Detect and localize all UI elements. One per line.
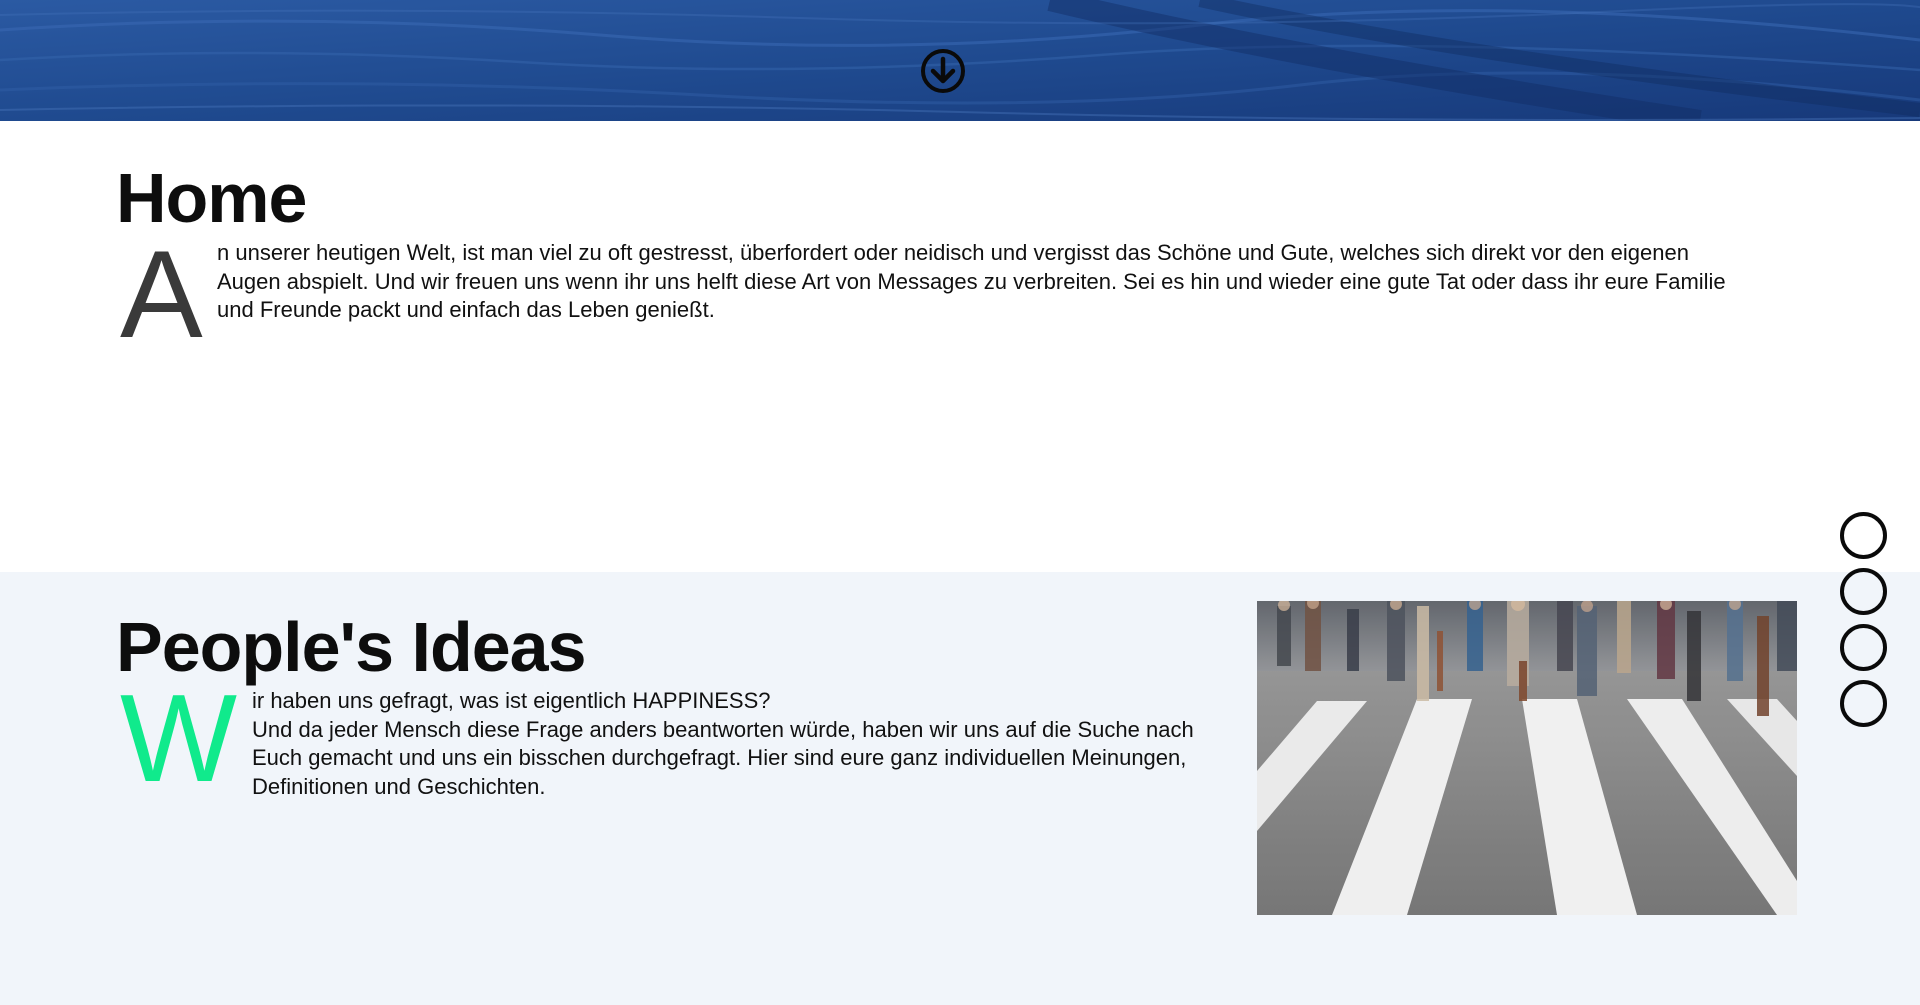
nav-dot-4[interactable] [1840,680,1887,727]
hero-banner [0,0,1920,121]
crosswalk-crowd-photo [1257,601,1797,915]
home-paragraph-line: und Freunde packt und einfach das Leben … [217,297,715,322]
ideas-paragraph-line: Euch gemacht und uns ein bisschen durchg… [252,745,1187,770]
ideas-dropcap: W [120,670,238,808]
home-paragraph: n unserer heutigen Welt, ist man viel zu… [217,239,1802,325]
scroll-down-button[interactable] [919,47,967,95]
peoples-ideas-section: People's Ideas W ir haben uns gefragt, w… [0,572,1920,1005]
home-dropcap: A [120,226,203,364]
ideas-paragraph: ir haben uns gefragt, was ist eigentlich… [252,687,1232,801]
section-navigation [1840,512,1887,743]
home-paragraph-line: Augen abspielt. Und wir freuen uns wenn … [217,268,1726,294]
ideas-paragraph-line: Und da jeder Mensch diese Frage anders b… [252,716,1194,742]
home-section: Home A n unserer heutigen Welt, ist man … [0,121,1920,572]
ideas-paragraph-line: Definitionen und Geschichten. [252,773,546,799]
arrow-down-circle-icon [921,49,965,93]
ideas-paragraph-line: ir haben uns gefragt, was ist eigentlich… [252,688,771,713]
nav-dot-1[interactable] [1840,512,1887,559]
page: Home A n unserer heutigen Welt, ist man … [0,0,1920,1005]
home-paragraph-line: n unserer heutigen Welt, ist man viel zu… [217,240,1689,265]
nav-dot-2[interactable] [1840,568,1887,615]
nav-dot-3[interactable] [1840,624,1887,671]
